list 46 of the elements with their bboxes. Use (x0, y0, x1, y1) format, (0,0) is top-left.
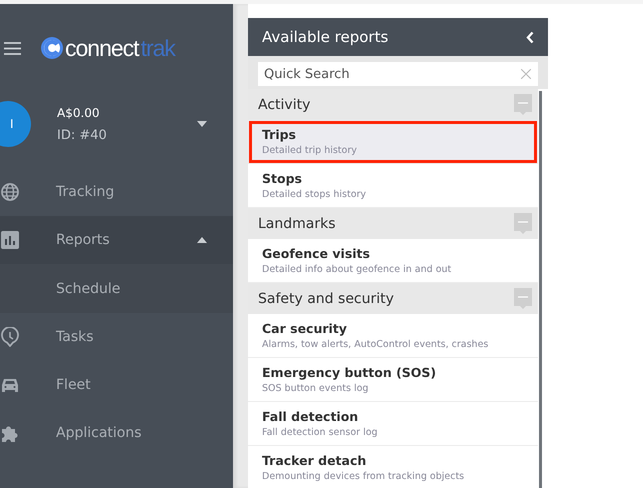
chevron-left-icon[interactable] (526, 30, 534, 44)
group-header[interactable]: Safety and security (248, 283, 538, 314)
nav-subitem[interactable]: Schedule (0, 264, 233, 313)
logo-text: connect (65, 34, 139, 62)
nav-item[interactable]: Tracking (0, 168, 233, 216)
report-item[interactable]: Trips Detailed trip history (248, 120, 538, 164)
clock-icon (0, 327, 20, 347)
logo-accent-text: trak (140, 34, 175, 62)
report-name: Fall detection (262, 409, 360, 424)
report-item[interactable]: Fall detection Fall detection sensor log (248, 402, 538, 446)
account-id-text: ID: #40 (57, 128, 108, 142)
report-name: Tracker detach (262, 453, 368, 468)
nav-item[interactable]: Tasks (0, 313, 233, 361)
report-name: Trips (262, 127, 297, 142)
logo-icon (41, 37, 63, 59)
report-item[interactable]: Car security Alarms, tow alerts, AutoControl events, crashes (248, 314, 538, 358)
globe-icon (0, 182, 20, 202)
group-title: Landmarks (258, 216, 336, 232)
report-description: Demounting devices from tracking objects (262, 471, 466, 482)
report-name: Stops (262, 171, 303, 186)
report-item[interactable]: Tracker detach Demounting devices from tracking objects (248, 446, 538, 488)
report-description: SOS button events log (262, 383, 370, 394)
report-description: Detailed info about geofence in and out (262, 264, 452, 275)
panel-title: Available reports (262, 28, 388, 46)
group-title: Activity (258, 96, 310, 112)
group-title: Safety and security (258, 290, 394, 306)
report-description: Detailed stops history (262, 189, 368, 200)
report-name: Car security (262, 321, 348, 336)
report-description: Detailed trip history (262, 145, 358, 156)
report-description: Alarms, tow alerts, AutoControl events, crashes (262, 339, 490, 350)
group-header[interactable]: Landmarks (248, 208, 538, 239)
nav-item[interactable]: Reports (0, 216, 233, 264)
caret-icon[interactable] (197, 121, 207, 127)
balance-text: A$0.00 (57, 106, 101, 120)
nav-item[interactable]: Fleet (0, 361, 233, 409)
group-header[interactable]: Activity (248, 89, 538, 120)
nav-item[interactable]: Applications (0, 409, 233, 457)
caret-icon[interactable] (197, 237, 207, 243)
report-name: Emergency button (SOS) (262, 365, 438, 380)
chart-icon (0, 230, 20, 250)
report-item[interactable]: Emergency button (SOS) SOS button events log (248, 358, 538, 402)
report-name: Geofence visits (262, 246, 371, 261)
report-description: Fall detection sensor log (262, 427, 379, 438)
menu-icon[interactable] (4, 42, 21, 54)
avatar: I (0, 101, 31, 147)
search-field[interactable]: Quick Search (258, 62, 538, 86)
